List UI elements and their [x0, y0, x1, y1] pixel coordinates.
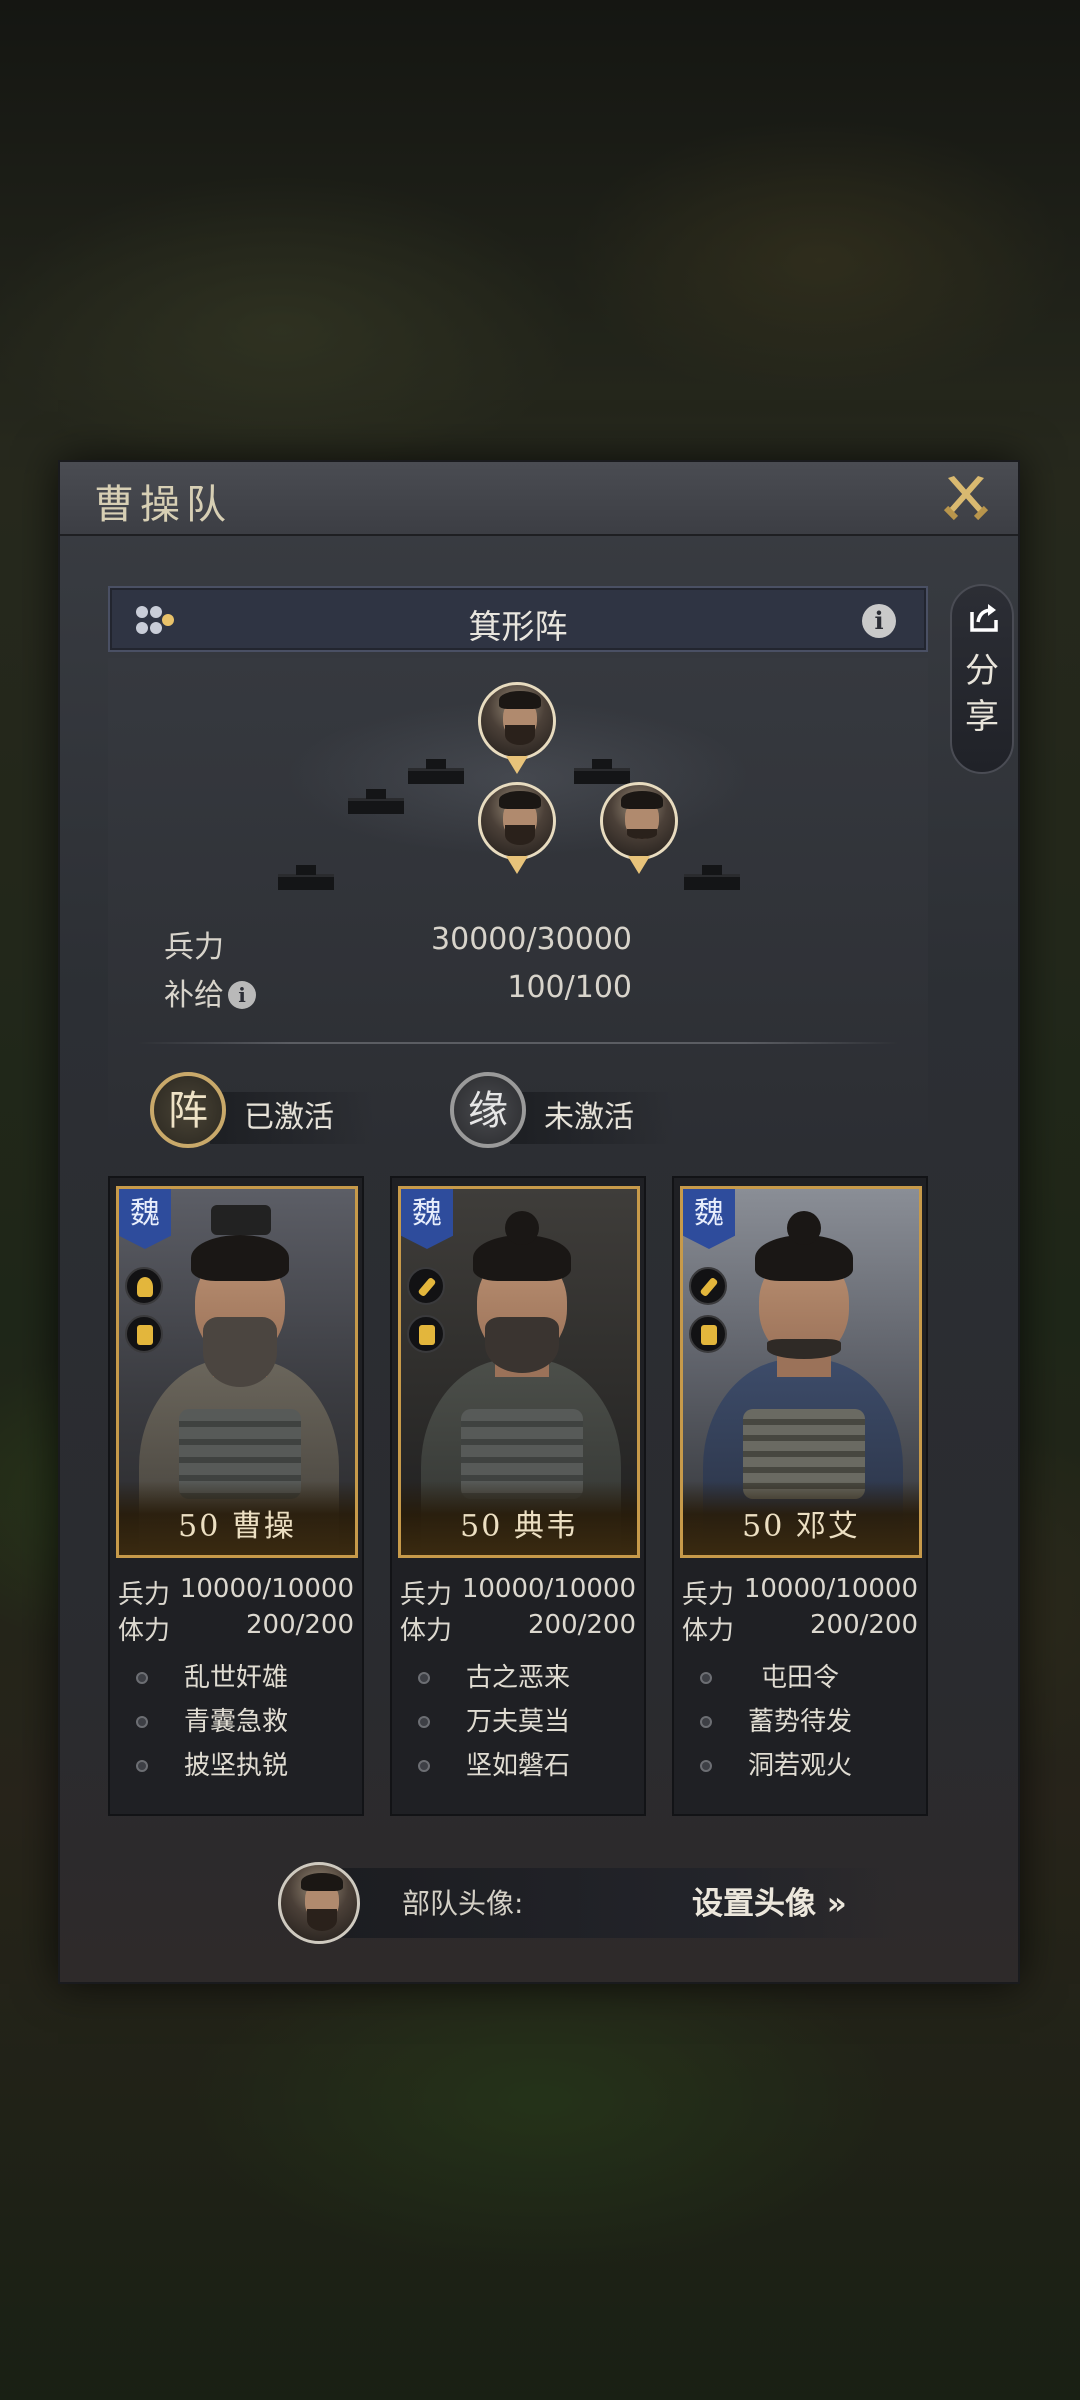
general-portrait: 50 典韦 魏: [398, 1186, 640, 1558]
divider: [138, 1042, 898, 1044]
formation-slot: [684, 865, 740, 890]
formation-slot: [408, 759, 464, 784]
share-button[interactable]: 分享: [950, 584, 1014, 774]
formation-slot: [278, 865, 334, 890]
supply-row: 补给 i 100/100: [108, 970, 928, 1013]
stamina-label: 体力: [682, 1616, 735, 1646]
supply-info-icon[interactable]: i: [228, 981, 256, 1009]
skill-item[interactable]: 披坚执锐: [110, 1744, 362, 1788]
stamina-value: 200/200: [527, 1610, 636, 1640]
general-portrait: 50 邓艾 魏: [680, 1186, 922, 1558]
skill-item[interactable]: 乱世奸雄: [110, 1656, 362, 1700]
close-button[interactable]: [938, 470, 994, 526]
supply-label: 补给: [164, 978, 224, 1013]
weapon-equip-icon[interactable]: [689, 1267, 727, 1305]
troops-value: 30000/30000: [431, 922, 632, 957]
troops-label: 兵力: [118, 1580, 171, 1610]
skill-item[interactable]: 古之恶来: [392, 1656, 644, 1700]
general-card-caocao[interactable]: 50 曹操 魏 兵力 10000/10000 体力 200/200 乱世奸雄 青囊急…: [108, 1176, 364, 1816]
formation-bar: 箕形阵 i: [108, 586, 928, 652]
fate-bond-status: 未激活: [510, 1092, 674, 1144]
general-name: 50 邓艾: [742, 1509, 860, 1544]
panel-title: 曹操队: [94, 482, 232, 528]
general-name: 50 曹操: [178, 1509, 296, 1544]
general-pin-dengai[interactable]: [600, 782, 678, 878]
stamina-label: 体力: [118, 1616, 171, 1646]
fate-bond-badge: 缘: [450, 1072, 526, 1148]
team-avatar-label: 部队头像:: [402, 1887, 524, 1920]
skill-item[interactable]: 坚如磐石: [392, 1744, 644, 1788]
troops-value: 10000/10000: [461, 1574, 636, 1604]
stamina-value: 200/200: [245, 1610, 354, 1640]
team-panel: 曹操队 箕形阵 i 分享 兵力 30000/30000 补给 i 100/100…: [58, 460, 1020, 1984]
troops-row: 兵力 30000/30000: [108, 922, 928, 965]
share-label: 分享: [965, 651, 999, 737]
general-pin-caocao[interactable]: [478, 682, 556, 778]
team-avatar[interactable]: [278, 1862, 360, 1944]
general-name: 50 典韦: [460, 1509, 578, 1544]
armor-equip-icon[interactable]: [125, 1267, 163, 1305]
general-pin-dianwei[interactable]: [478, 782, 556, 878]
formation-bond-status: 已激活: [210, 1092, 374, 1144]
general-portrait: 50 曹操 魏: [116, 1186, 358, 1558]
weapon-equip-icon[interactable]: [407, 1267, 445, 1305]
skill-item[interactable]: 洞若观火: [674, 1744, 926, 1788]
skill-list: 屯田令 蓄势待发 洞若观火: [674, 1656, 926, 1788]
troops-label: 兵力: [164, 930, 224, 965]
skill-item[interactable]: 青囊急救: [110, 1700, 362, 1744]
skill-item[interactable]: 蓄势待发: [674, 1700, 926, 1744]
troops-value: 10000/10000: [743, 1574, 918, 1604]
skill-list: 乱世奸雄 青囊急救 披坚执锐: [110, 1656, 362, 1788]
formation-info-icon[interactable]: i: [862, 604, 896, 638]
panel-header: 曹操队: [60, 462, 1018, 536]
stamina-label: 体力: [400, 1616, 453, 1646]
token-equip-icon[interactable]: [125, 1315, 163, 1353]
formation-name: 箕形阵: [468, 607, 568, 646]
troops-value: 10000/10000: [179, 1574, 354, 1604]
token-equip-icon[interactable]: [407, 1315, 445, 1353]
set-avatar-button[interactable]: 设置头像 »: [692, 1878, 847, 1923]
share-icon: [970, 604, 998, 632]
formation-area: 兵力 30000/30000 补给 i 100/100 已激活 阵 未激活 缘: [108, 658, 928, 1152]
formation-slot: [348, 789, 404, 814]
formation-bond-badge: 阵: [150, 1072, 226, 1148]
skill-item[interactable]: 万夫莫当: [392, 1700, 644, 1744]
skill-list: 古之恶来 万夫莫当 坚如磐石: [392, 1656, 644, 1788]
skill-item[interactable]: 屯田令: [674, 1656, 926, 1700]
crossed-swords-close-icon: [943, 476, 989, 521]
general-card-dengai[interactable]: 50 邓艾 魏 兵力 10000/10000 体力 200/200 屯田令 蓄势待发…: [672, 1176, 928, 1816]
troops-label: 兵力: [400, 1580, 453, 1610]
team-avatar-row: 部队头像: 设置头像 »: [278, 1862, 898, 1944]
general-card-dianwei[interactable]: 50 典韦 魏 兵力 10000/10000 体力 200/200 古之恶来 万夫莫…: [390, 1176, 646, 1816]
stamina-value: 200/200: [809, 1610, 918, 1640]
token-equip-icon[interactable]: [689, 1315, 727, 1353]
supply-value: 100/100: [507, 970, 632, 1005]
troops-label: 兵力: [682, 1580, 735, 1610]
